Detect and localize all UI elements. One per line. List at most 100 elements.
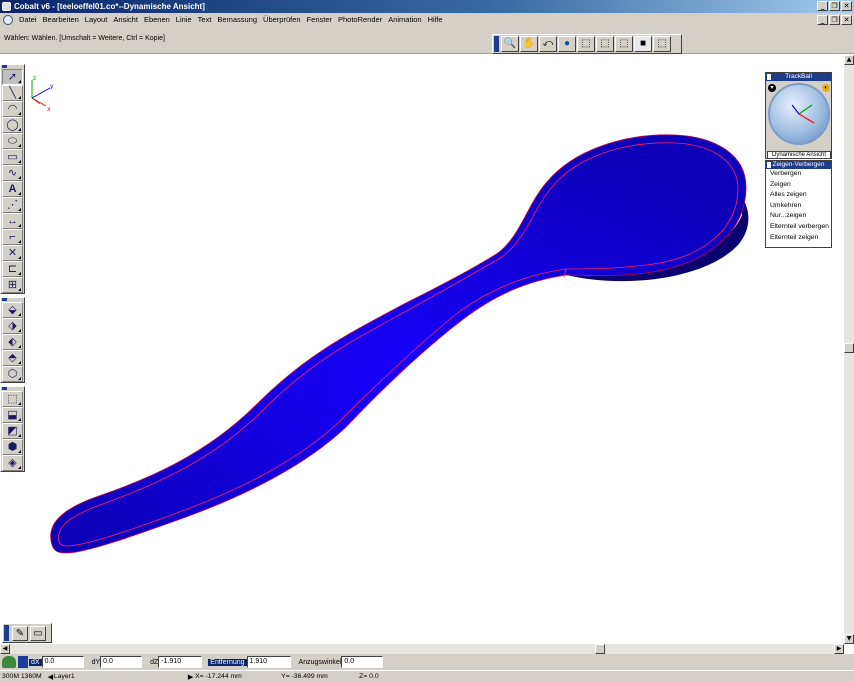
trackball-mode-label[interactable]: Dynamische Ansicht (767, 151, 831, 159)
box-tool-icon[interactable]: ⬚ (2, 391, 23, 407)
revolve-tool-icon[interactable]: ⬗ (2, 318, 23, 334)
menu-text[interactable]: Text (195, 13, 215, 27)
show-parent-option[interactable]: Elternteil zeigen (766, 233, 831, 244)
trackball-title: TrackBall (785, 73, 812, 80)
show-option[interactable]: Zeigen (766, 180, 831, 191)
x-coordinate: X= -17.244 mm (195, 673, 242, 680)
trackball-settings-icon[interactable]: ◐ (822, 84, 830, 92)
invert-option[interactable]: Umkehren (766, 201, 831, 212)
trackball-dropdown-icon[interactable]: ▾ (768, 84, 776, 92)
pencil-icon[interactable]: ✎ (12, 626, 28, 641)
ellipse-tool-icon[interactable]: ⬭ (2, 133, 23, 149)
scroll-down-icon[interactable]: ▼ (844, 634, 854, 644)
extrude-tool-icon[interactable]: ⬙ (2, 302, 23, 318)
layer-prev-icon[interactable]: ◀ (48, 673, 53, 681)
dz-label: dZ (150, 658, 159, 666)
select-arrow-icon[interactable]: ➚ (2, 69, 23, 85)
boolean-tool-icon[interactable]: ⬓ (2, 407, 23, 423)
restore-button[interactable]: ❐ (829, 1, 840, 11)
axis-indicator: z y x (31, 75, 54, 113)
vertical-scrollbar[interactable]: ▲ ▼ (844, 55, 854, 644)
document-icon[interactable] (3, 15, 13, 25)
line-tool-icon[interactable]: ╲ (2, 85, 23, 101)
horizontal-scroll-thumb[interactable] (595, 644, 605, 654)
close-button[interactable]: ✕ (841, 1, 852, 11)
horizontal-scrollbar[interactable]: ◀ ▶ (0, 644, 844, 654)
view-shaded-icon[interactable]: ■ (634, 36, 652, 52)
menu-layout[interactable]: Layout (82, 13, 111, 27)
spline-tool-icon[interactable]: ∿ (2, 165, 23, 181)
dx-field[interactable]: 0.0 (41, 656, 84, 668)
menu-bearbeiten[interactable]: Bearbeiten (40, 13, 82, 27)
menu-linie[interactable]: Linie (173, 13, 195, 27)
hide-parent-option[interactable]: Elternteil verbergen (766, 222, 831, 233)
menu-ueberpruefen[interactable]: Überprüfen (260, 13, 304, 27)
view-iso-icon[interactable]: ⬚ (653, 36, 671, 52)
toolbar-grip[interactable] (494, 36, 499, 52)
document-window-controls: _ ❐ ✕ (817, 15, 852, 25)
pan-hand-icon[interactable]: ✋ (520, 36, 538, 52)
app-icon (2, 2, 11, 11)
y-coordinate: Y= -36.499 mm (281, 673, 328, 680)
cylinder-tool-icon[interactable]: ⬢ (2, 439, 23, 455)
solid-tools-group: ⬙ ⬗ ⬖ ⬘ ⬡ (0, 297, 25, 383)
layer-selector[interactable]: Layer1 (54, 673, 182, 680)
transform-tool-icon[interactable]: ⊞ (2, 277, 23, 293)
modify-tools-group: ⬚ ⬓ ◩ ⬢ ◈ (0, 386, 25, 472)
dz-field[interactable]: -1.910 (158, 656, 203, 668)
fillet-tool-icon[interactable]: ⌐ (2, 229, 23, 245)
monitor-icon[interactable]: ▭ (30, 626, 46, 641)
trackball-sphere[interactable] (768, 83, 830, 145)
menu-ebenen[interactable]: Ebenen (141, 13, 173, 27)
orbit-icon[interactable]: ⤺ (539, 36, 557, 52)
point-tool-icon[interactable]: ⋰ (2, 197, 23, 213)
render-sphere-icon[interactable]: ● (558, 36, 576, 52)
show-only-option[interactable]: Nur...zeigen (766, 211, 831, 222)
view-side-icon[interactable]: ⬚ (615, 36, 633, 52)
chamfer-tool-icon[interactable]: ◩ (2, 423, 23, 439)
text-tool-icon[interactable]: A (2, 181, 23, 197)
scroll-right-icon[interactable]: ▶ (834, 644, 844, 654)
menu-bemassung[interactable]: Bemassung (214, 13, 260, 27)
hide-option[interactable]: Verbergen (766, 169, 831, 180)
doc-close-button[interactable]: ✕ (841, 15, 852, 25)
show-all-option[interactable]: Alles zeigen (766, 190, 831, 201)
layer-next-icon[interactable]: ▶ (188, 673, 193, 681)
view-top-icon[interactable]: ⬚ (577, 36, 595, 52)
dy-field[interactable]: 0.0 (100, 656, 143, 668)
menu-photorender[interactable]: PhotoRender (335, 13, 385, 27)
sweep-tool-icon[interactable]: ⬖ (2, 334, 23, 350)
offset-tool-icon[interactable]: ⊏ (2, 261, 23, 277)
loft-tool-icon[interactable]: ⬘ (2, 350, 23, 366)
arc-tool-icon[interactable]: ◠ (2, 101, 23, 117)
snap-globe-icon[interactable] (2, 656, 16, 668)
view-front-icon[interactable]: ⬚ (596, 36, 614, 52)
menu-fenster[interactable]: Fenster (304, 13, 335, 27)
title-bar: Cobalt v6 - [teeloeffel01.co*--Dynamisch… (0, 0, 854, 13)
menu-hilfe[interactable]: Hilfe (425, 13, 446, 27)
show-hide-panel: Zeigen-Verbergen Verbergen Zeigen Alles … (765, 160, 832, 248)
distance-field[interactable]: 1.910 (246, 656, 291, 668)
zoom-icon[interactable]: 🔍 (501, 36, 519, 52)
draft-angle-field[interactable]: 0.0 (341, 656, 384, 668)
scroll-left-icon[interactable]: ◀ (0, 644, 10, 654)
material-tool-icon[interactable]: ◈ (2, 455, 23, 471)
menu-animation[interactable]: Animation (385, 13, 424, 27)
trackball-panel: TrackBall ▾ ◐ Dynamische Ansicht (765, 72, 832, 159)
svg-text:y: y (50, 83, 54, 90)
vertical-scroll-thumb[interactable] (844, 343, 854, 353)
snap-mode-icon[interactable] (18, 656, 28, 668)
rectangle-tool-icon[interactable]: ▭ (2, 149, 23, 165)
circle-tool-icon[interactable]: ◯ (2, 117, 23, 133)
shell-tool-icon[interactable]: ⬡ (2, 366, 23, 382)
spoon-model[interactable] (26, 55, 844, 645)
menu-datei[interactable]: Datei (16, 13, 40, 27)
minimize-button[interactable]: _ (817, 1, 828, 11)
menu-ansicht[interactable]: Ansicht (110, 13, 141, 27)
doc-minimize-button[interactable]: _ (817, 15, 828, 25)
trim-tool-icon[interactable]: ✕ (2, 245, 23, 261)
scroll-up-icon[interactable]: ▲ (844, 55, 854, 65)
prompt-bar: Wählen: Wählen. [Umschalt = Weitere, Ctr… (0, 27, 854, 54)
doc-restore-button[interactable]: ❐ (829, 15, 840, 25)
dimension-tool-icon[interactable]: ↔ (2, 213, 23, 229)
